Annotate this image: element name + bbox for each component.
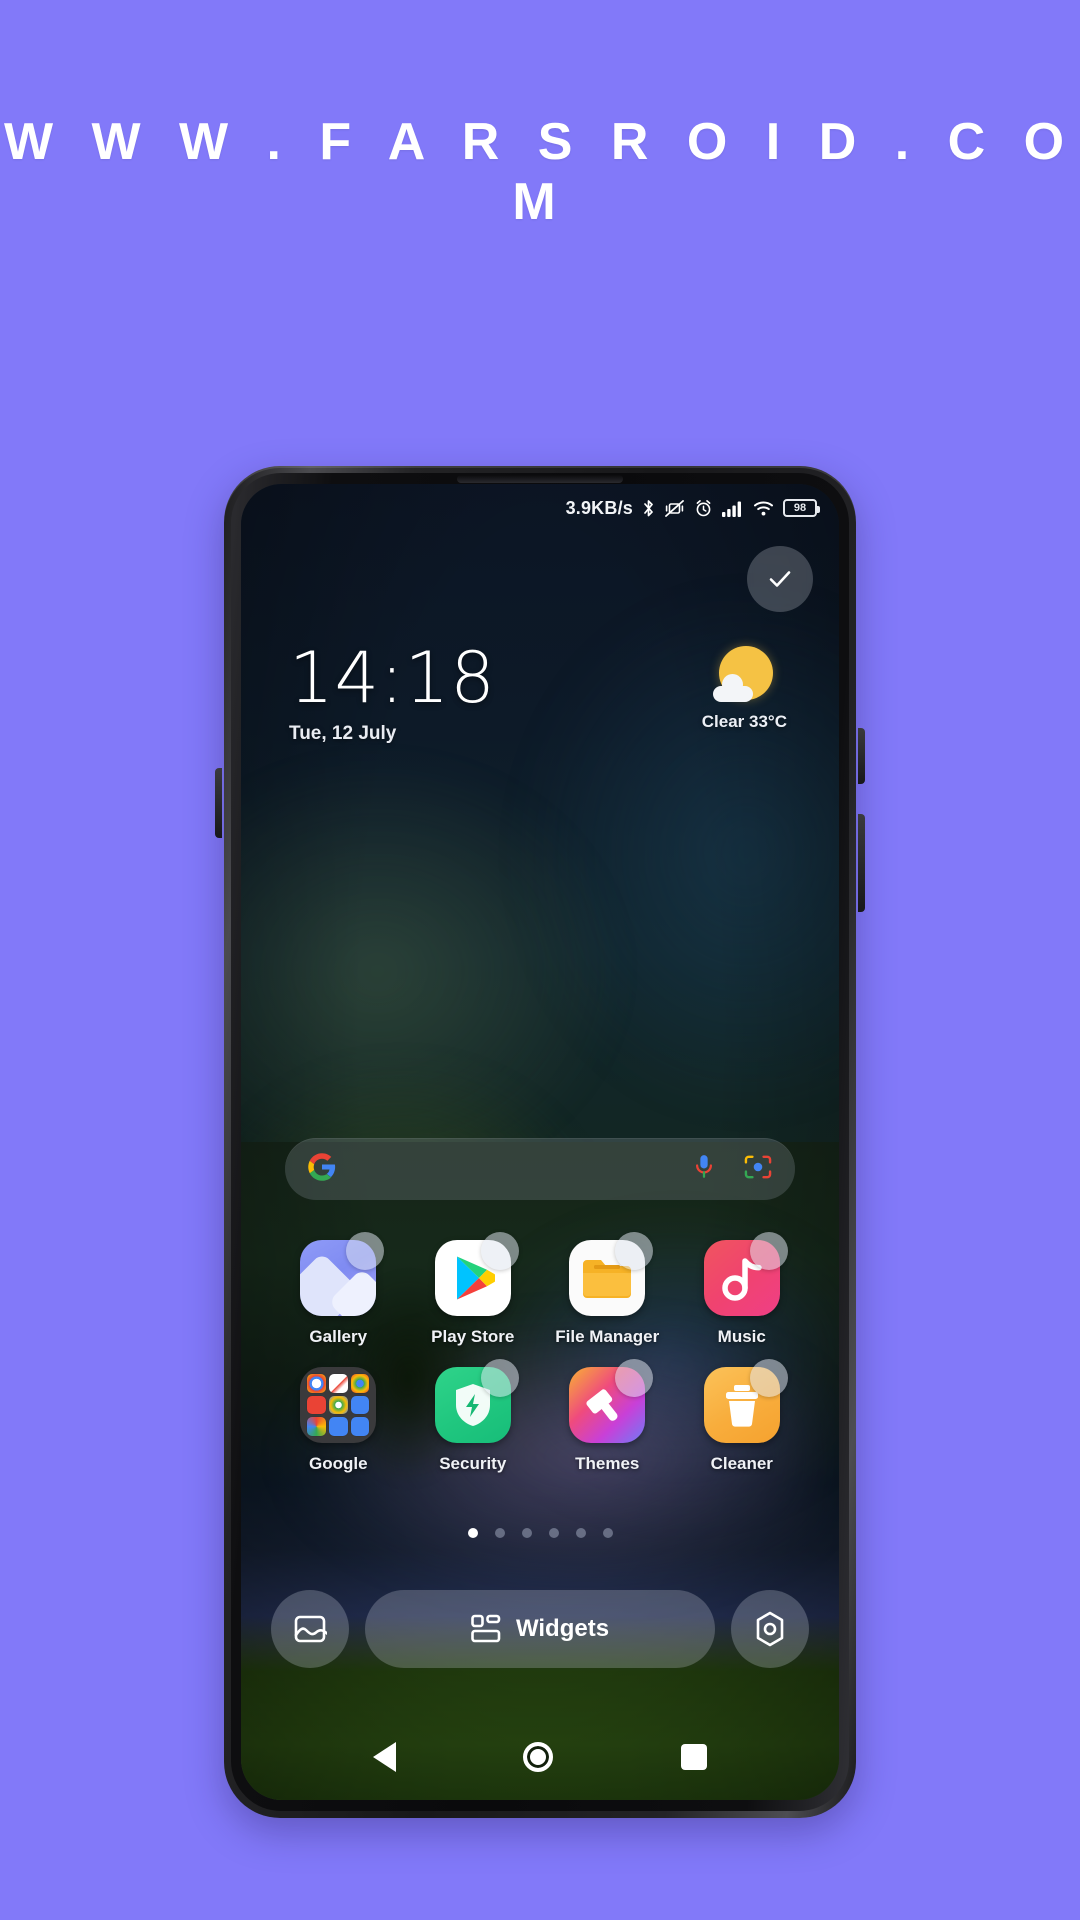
alarm-icon [694, 499, 713, 518]
page-dot[interactable] [494, 1528, 505, 1538]
app-label: Themes [575, 1454, 640, 1473]
app-play-store[interactable]: Play Store [411, 1232, 535, 1347]
wallpaper-button[interactable] [271, 1590, 349, 1668]
phone-screen: 3.9KB/s 98 14:18 Tue, 12 July Clear 33°C… [241, 484, 839, 1800]
page-root: W W W . F A R S R O I D . C O M 3.9KB/s … [0, 0, 1080, 1920]
page-dot[interactable] [467, 1528, 478, 1538]
app-selection-badge[interactable] [480, 1232, 519, 1270]
app-selection-badge[interactable] [749, 1232, 788, 1270]
recents-square-icon[interactable] [681, 1744, 708, 1770]
page-dot[interactable] [575, 1528, 586, 1538]
page-dot[interactable] [521, 1528, 532, 1538]
page-dot[interactable] [602, 1528, 613, 1538]
google-lens-icon[interactable] [743, 1154, 773, 1185]
microphone-icon[interactable] [691, 1153, 717, 1186]
power-button[interactable] [858, 728, 865, 784]
widgets-label: Widgets [515, 1615, 610, 1642]
network-speed-text: 3.9KB/s [565, 497, 633, 518]
weather-widget[interactable]: Clear 33°C [702, 644, 787, 732]
app-label: File Manager [555, 1327, 660, 1346]
app-selection-badge[interactable] [615, 1359, 654, 1397]
google-search-bar[interactable] [285, 1138, 795, 1200]
clock-widget[interactable]: 14:18 Tue, 12 July [289, 637, 496, 745]
watermark-text: W W W . F A R S R O I D . C O M [3, 113, 1077, 231]
signal-bars-icon [722, 500, 744, 517]
app-security[interactable]: Security [411, 1359, 535, 1474]
vibrate-off-icon [664, 499, 685, 518]
app-selection-badge[interactable] [346, 1232, 385, 1270]
widgets-grid-icon [471, 1614, 501, 1643]
weather-summary: Clear 33°C [701, 712, 787, 731]
app-selection-badge[interactable] [480, 1359, 519, 1397]
page-dot[interactable] [548, 1528, 559, 1538]
app-row: Google Security Themes Cleaner [271, 1359, 809, 1474]
battery-level-text: 98 [793, 501, 807, 514]
settings-gear-icon [756, 1611, 784, 1647]
phone-device-frame: 3.9KB/s 98 14:18 Tue, 12 July Clear 33°C… [215, 466, 865, 1818]
widgets-button[interactable]: Widgets [365, 1590, 715, 1668]
clock-date: Tue, 12 July [289, 722, 397, 744]
app-cleaner[interactable]: Cleaner [680, 1359, 804, 1474]
app-label: Music [717, 1327, 766, 1346]
app-gallery[interactable]: Gallery [276, 1232, 400, 1347]
app-label: Play Store [431, 1327, 515, 1346]
google-folder-icon [300, 1367, 377, 1443]
wifi-icon [753, 500, 774, 517]
app-themes[interactable]: Themes [545, 1359, 669, 1474]
app-selection-badge[interactable] [749, 1359, 788, 1397]
volume-button[interactable] [858, 814, 865, 912]
home-settings-button[interactable] [731, 1590, 809, 1668]
app-selection-badge[interactable] [615, 1232, 654, 1270]
google-g-icon [307, 1152, 337, 1187]
app-label: Security [439, 1454, 507, 1473]
earpiece-speaker [457, 475, 623, 483]
app-file-manager[interactable]: File Manager [545, 1232, 669, 1347]
app-label: Gallery [309, 1327, 368, 1346]
phone-bezel: 3.9KB/s 98 14:18 Tue, 12 July Clear 33°C… [231, 473, 849, 1811]
left-side-button[interactable] [215, 768, 222, 838]
battery-icon: 98 [783, 499, 820, 517]
home-edit-toolbar: Widgets [271, 1590, 809, 1668]
confirm-check-button[interactable] [747, 546, 813, 612]
app-google-folder[interactable]: Google [276, 1367, 400, 1474]
clock-time: 14:18 [289, 637, 496, 719]
app-label: Cleaner [710, 1454, 773, 1473]
check-icon [769, 571, 791, 587]
sun-behind-cloud-icon [713, 644, 775, 706]
page-indicator [241, 1528, 839, 1538]
status-bar: 3.9KB/s 98 [241, 484, 839, 532]
navigation-bar [241, 1714, 839, 1800]
wallpaper-icon [294, 1615, 327, 1643]
app-row: Gallery Play Store File Manager Music [271, 1232, 809, 1347]
home-circle-icon[interactable] [523, 1742, 554, 1772]
bluetooth-icon [642, 499, 655, 518]
app-label: Google [308, 1454, 368, 1473]
app-music[interactable]: Music [680, 1232, 804, 1347]
back-triangle-icon[interactable] [372, 1742, 396, 1772]
app-grid: Gallery Play Store File Manager Music Go… [271, 1232, 809, 1494]
